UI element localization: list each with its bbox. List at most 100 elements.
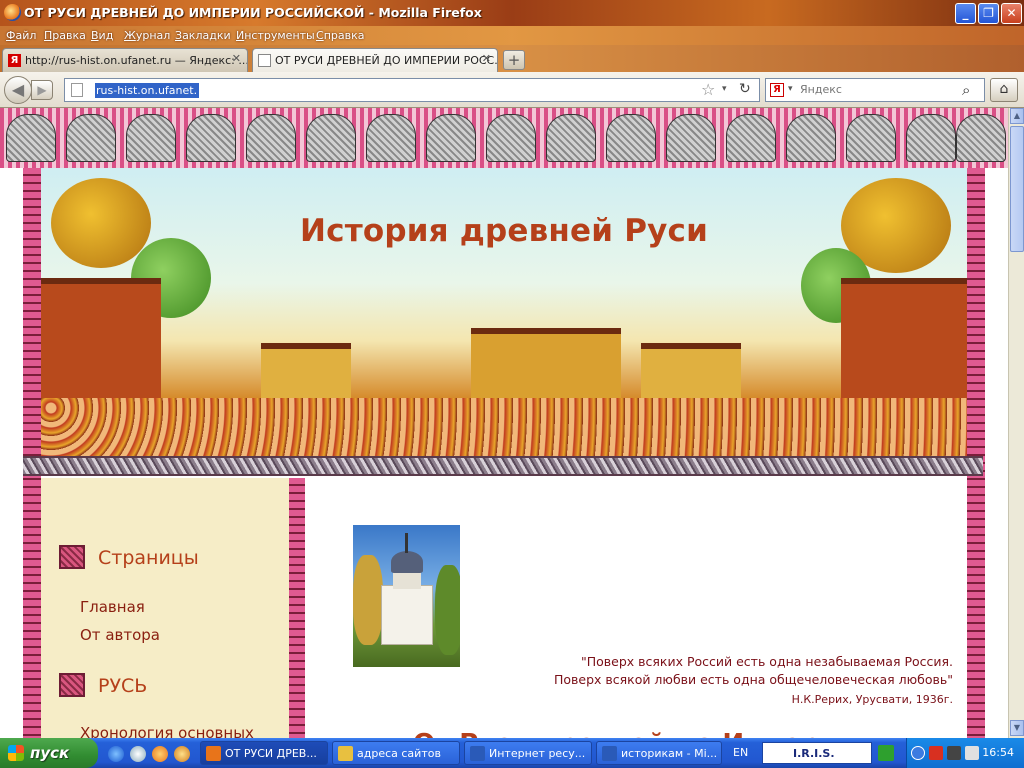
search-bar[interactable]: Я ▾ ⌕ bbox=[765, 78, 985, 102]
quote-line: "Поверх всяких Россий есть одна незабыва… bbox=[581, 654, 953, 669]
image-tree bbox=[353, 555, 383, 645]
taskbar-item-firefox[interactable]: ОТ РУСИ ДРЕВ... bbox=[200, 741, 328, 765]
main-content: "Поверх всяких Россий есть одна незабыва… bbox=[305, 478, 967, 738]
url-input[interactable] bbox=[95, 83, 199, 98]
sidebar-link-author[interactable]: От автора bbox=[80, 626, 160, 644]
language-indicator[interactable]: EN bbox=[733, 746, 748, 759]
page-viewport: История древней Руси Страницы Главная От… bbox=[0, 108, 1008, 738]
taskbar-item-label: ОТ РУСИ ДРЕВ... bbox=[225, 747, 317, 760]
tab-rus-hist[interactable]: ОТ РУСИ ДРЕВНЕЙ ДО ИМПЕРИИ РОСС... ✕ bbox=[252, 48, 498, 72]
system-tray: 16:54 bbox=[906, 738, 1024, 768]
home-button[interactable]: ⌂ bbox=[990, 78, 1018, 102]
maximize-button[interactable]: ❐ bbox=[978, 3, 999, 24]
close-button[interactable]: ✕ bbox=[1001, 3, 1022, 24]
iris-toolbar[interactable]: I.R.I.S. bbox=[762, 742, 872, 764]
taskbar: пуск ОТ РУСИ ДРЕВ... адреса сайтов Интер… bbox=[0, 738, 1024, 768]
clock: 16:54 bbox=[982, 746, 1014, 759]
scroll-thumb[interactable] bbox=[1010, 126, 1024, 252]
chevron-left-icon[interactable] bbox=[911, 746, 925, 760]
scroll-down-arrow-icon[interactable]: ▼ bbox=[1010, 720, 1024, 736]
search-input[interactable] bbox=[800, 83, 950, 96]
firefox-icon bbox=[206, 746, 221, 761]
ornament-tile bbox=[906, 114, 956, 162]
firefox-icon[interactable] bbox=[152, 746, 168, 762]
start-label: пуск bbox=[30, 744, 70, 762]
back-button[interactable]: ◀ bbox=[4, 76, 32, 104]
tab-strip: Я http://rus-hist.on.ufanet.ru — Яндекс:… bbox=[0, 45, 1024, 72]
search-icon[interactable]: ⌕ bbox=[962, 81, 970, 99]
taskbar-item-word-2[interactable]: историкам - Mi... bbox=[596, 741, 722, 765]
ornament-tile bbox=[666, 114, 716, 162]
menu-bookmarks[interactable]: Закладки bbox=[175, 29, 231, 42]
page-heading: От Руси древней до Империи bbox=[413, 729, 856, 738]
menu-view[interactable]: Вид bbox=[91, 29, 113, 42]
tab-close-icon[interactable]: ✕ bbox=[232, 52, 241, 65]
ornament-tile bbox=[126, 114, 176, 162]
address-bar[interactable]: ☆ ▾ ↻ bbox=[64, 78, 760, 102]
yandex-icon[interactable]: Я bbox=[770, 83, 784, 97]
tab-yandex[interactable]: Я http://rus-hist.on.ufanet.ru — Яндекс:… bbox=[2, 48, 248, 72]
desktop-icon[interactable] bbox=[130, 746, 146, 762]
chevron-down-icon[interactable]: ▾ bbox=[722, 84, 727, 94]
navigation-toolbar: ◀ ▶ ☆ ▾ ↻ Я ▾ ⌕ ⌂ bbox=[0, 72, 1024, 108]
taskbar-item-folder[interactable]: адреса сайтов bbox=[332, 741, 460, 765]
yandex-icon: Я bbox=[8, 54, 21, 67]
sidebar-section-title: Страницы bbox=[98, 547, 199, 569]
image-tree bbox=[435, 565, 460, 655]
menu-edit[interactable]: Правка bbox=[44, 29, 86, 42]
ornamental-frieze bbox=[0, 108, 1008, 168]
church-body bbox=[381, 585, 433, 645]
ornament-tile bbox=[186, 114, 236, 162]
network-icon[interactable] bbox=[965, 746, 979, 760]
ornament-tile bbox=[6, 114, 56, 162]
antivirus-icon[interactable] bbox=[929, 746, 943, 760]
minimize-button[interactable]: _ bbox=[955, 3, 976, 24]
vertical-scrollbar[interactable]: ▲ ▼ bbox=[1008, 108, 1024, 738]
ornamental-border-right bbox=[967, 168, 985, 738]
start-button[interactable]: пуск bbox=[0, 738, 98, 768]
tab-label: http://rus-hist.on.ufanet.ru — Яндекс: .… bbox=[25, 54, 248, 67]
ornament-tile bbox=[246, 114, 296, 162]
church-dome bbox=[391, 551, 423, 573]
header-banner: История древней Руси bbox=[41, 168, 967, 456]
ornament-tile bbox=[606, 114, 656, 162]
forward-button[interactable]: ▶ bbox=[31, 80, 53, 100]
banner-house bbox=[41, 278, 161, 408]
sidebar-link-home[interactable]: Главная bbox=[80, 598, 145, 616]
ornament-tile bbox=[726, 114, 776, 162]
taskbar-item-label: историкам - Mi... bbox=[621, 747, 718, 760]
church-cross bbox=[405, 533, 408, 553]
media-icon[interactable] bbox=[174, 746, 190, 762]
ornament-tile bbox=[546, 114, 596, 162]
taskbar-item-label: Интернет ресу... bbox=[489, 747, 586, 760]
ornament-tile bbox=[306, 114, 356, 162]
ornament-tile bbox=[786, 114, 836, 162]
ornamental-border-middle bbox=[289, 478, 305, 738]
menu-help[interactable]: Справка bbox=[316, 29, 364, 42]
printer-icon[interactable] bbox=[947, 746, 961, 760]
title-bar: ОТ РУСИ ДРЕВНЕЙ ДО ИМПЕРИИ РОССИЙСКОЙ - … bbox=[0, 0, 1024, 26]
menu-history[interactable]: Журнал bbox=[124, 29, 170, 42]
tab-close-icon[interactable]: ✕ bbox=[482, 52, 491, 65]
ornament-tile bbox=[486, 114, 536, 162]
iris-label: I.R.I.S. bbox=[793, 747, 835, 760]
scroll-up-arrow-icon[interactable]: ▲ bbox=[1010, 108, 1024, 124]
arrow-right-icon[interactable] bbox=[878, 745, 894, 761]
bookmark-star-icon[interactable]: ☆ bbox=[701, 80, 715, 99]
banner-house bbox=[471, 328, 621, 403]
sidebar-link-chronology[interactable]: Хронология основных bbox=[80, 724, 254, 738]
menu-file[interactable]: Файл bbox=[6, 29, 36, 42]
banner-house bbox=[641, 343, 741, 403]
ornament-tile bbox=[956, 114, 1006, 162]
word-icon bbox=[602, 746, 617, 761]
ie-icon[interactable] bbox=[108, 746, 124, 762]
taskbar-item-word-1[interactable]: Интернет ресу... bbox=[464, 741, 592, 765]
banner-house bbox=[841, 278, 967, 408]
new-tab-button[interactable]: + bbox=[503, 50, 525, 70]
braided-divider bbox=[23, 456, 983, 476]
taskbar-item-label: адреса сайтов bbox=[357, 747, 441, 760]
reload-icon[interactable]: ↻ bbox=[739, 81, 751, 97]
menu-tools[interactable]: Инструменты bbox=[236, 29, 315, 42]
quote-author: Н.К.Рерих, Урусвати, 1936г. bbox=[791, 693, 953, 706]
chevron-down-icon[interactable]: ▾ bbox=[788, 84, 793, 94]
